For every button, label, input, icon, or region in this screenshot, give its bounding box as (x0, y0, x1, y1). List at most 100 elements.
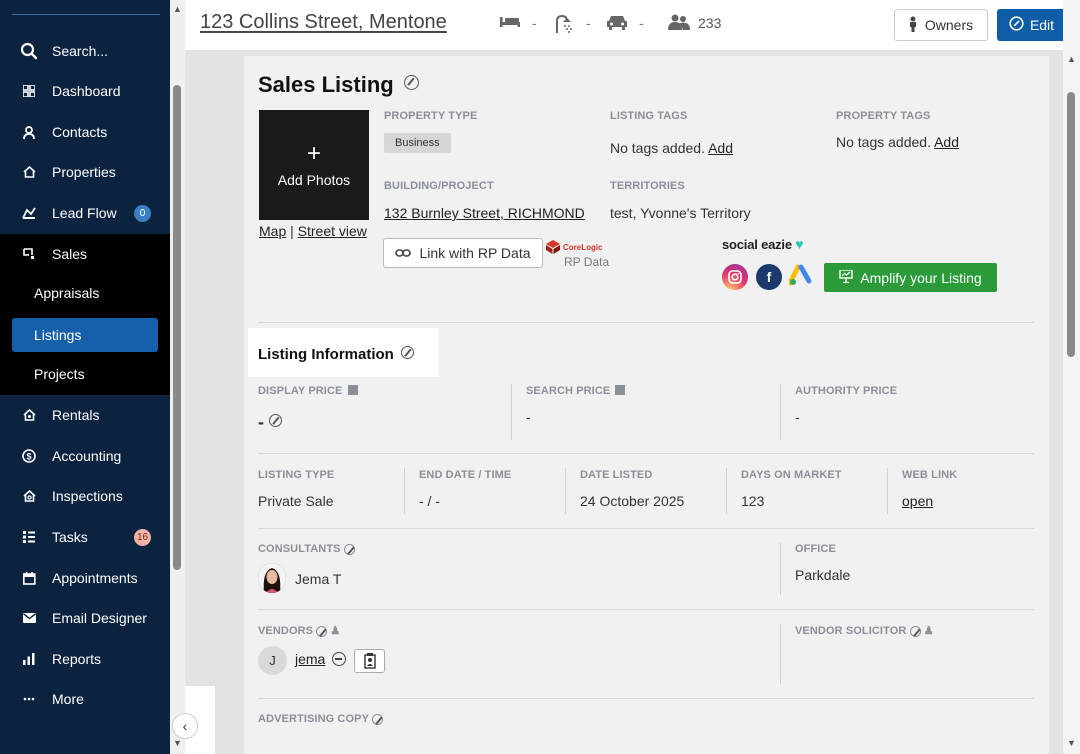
add-photos-button[interactable]: + Add Photos (259, 110, 369, 220)
person-icon (22, 125, 36, 139)
sidebar-item-tasks[interactable]: Tasks 16 (0, 519, 170, 555)
section-divider (258, 322, 1034, 323)
comment-icon (615, 385, 626, 395)
sidebar-search[interactable]: Search... (0, 33, 170, 69)
office-value: Parkdale (795, 567, 851, 583)
facebook-icon[interactable]: f (756, 264, 782, 290)
instagram-icon[interactable] (722, 264, 748, 290)
sidebar-item-rentals[interactable]: Rentals (0, 397, 170, 433)
heart-icon: ♥ (795, 236, 804, 252)
sidebar-item-label: Inspections (52, 488, 123, 504)
sidebar-item-inspections[interactable]: Inspections (0, 478, 170, 514)
property-tags-add-link[interactable]: Add (934, 134, 959, 150)
authority-price-value: - (795, 409, 800, 425)
display-price-text: - (258, 412, 264, 432)
google-ads-icon[interactable] (787, 264, 815, 290)
edit-solicitor-icon[interactable] (909, 625, 921, 637)
sidebar-item-label: Dashboard (52, 83, 121, 99)
owners-button[interactable]: Owners (894, 9, 988, 41)
sidebar-item-contacts[interactable]: Contacts (0, 114, 170, 150)
scroll-down-arrow-icon[interactable]: ▼ (173, 738, 182, 748)
map-link[interactable]: Map (259, 223, 286, 239)
corelogic-mark-icon (546, 240, 560, 254)
car-count: - (639, 15, 644, 31)
sidebar-scrollbar-thumb[interactable] (173, 85, 181, 570)
days-on-market-label: DAYS ON MARKET (741, 469, 842, 481)
edit-listing-info-icon[interactable] (401, 346, 414, 359)
envelope-icon (22, 611, 36, 625)
column-divider (726, 468, 727, 514)
sidebar-item-properties[interactable]: Properties (0, 154, 170, 190)
vendor-avatar: J (258, 646, 287, 675)
sidebar-subitem-appraisals[interactable]: Appraisals (12, 276, 158, 310)
property-address[interactable]: 123 Collins Street, Mentone (200, 11, 447, 34)
vendor-solicitor-label-text: VENDOR SOLICITOR (795, 625, 907, 637)
sidebar-item-email-designer[interactable]: Email Designer (0, 600, 170, 636)
edit-price-icon[interactable] (269, 414, 283, 427)
building-project-link[interactable]: 132 Burnley Street, RICHMOND (384, 205, 585, 221)
advertising-copy-label: ADVERTISING COPY (258, 713, 383, 725)
vendor-contact-card-button[interactable] (354, 649, 385, 673)
sidebar-item-label: Sales (52, 246, 88, 262)
scroll-up-arrow-icon[interactable]: ▲ (173, 4, 182, 14)
days-on-market-value: 123 (741, 493, 765, 509)
sidebar-item-sales[interactable]: Sales (0, 236, 170, 272)
sidebar-item-lead-flow[interactable]: Lead Flow 0 (0, 195, 170, 231)
owners-label: Owners (924, 17, 974, 33)
comment-icon (347, 385, 358, 395)
vendor-solicitor-label: VENDOR SOLICITOR ♟ (795, 624, 934, 637)
edit-icon (1009, 16, 1024, 34)
edit-button[interactable]: Edit (997, 9, 1066, 41)
main-scrollbar-thumb[interactable] (1067, 92, 1075, 357)
search-label: Search... (52, 43, 109, 59)
add-person-icon[interactable]: ♟ (924, 625, 934, 637)
corelogic-text: CoreLogic (563, 243, 603, 252)
chevron-left-icon: ‹ (182, 718, 188, 734)
sidebar-item-accounting[interactable]: $ Accounting (0, 438, 170, 474)
listing-information-title: Listing Information (258, 346, 414, 363)
sidebar-item-dashboard[interactable]: Dashboard (0, 73, 170, 109)
sidebar-item-label: Rentals (52, 407, 100, 423)
section-divider (258, 698, 1034, 699)
edit-advertising-icon[interactable] (371, 713, 383, 725)
add-person-icon[interactable]: ♟ (330, 625, 340, 637)
sales-section: Sales Appraisals Listings Projects (0, 234, 170, 395)
main-scrollbar[interactable]: ▲ ▼ (1063, 0, 1080, 754)
sidebar-item-label: Properties (52, 164, 116, 180)
vendor-name-link[interactable]: jema (295, 651, 325, 667)
end-date-label: END DATE / TIME (419, 469, 512, 481)
remove-vendor-icon[interactable] (332, 652, 346, 666)
amplify-label: Amplify your Listing (860, 269, 982, 286)
search-price-label-text: SEARCH PRICE (526, 385, 611, 397)
sidebar-item-appointments[interactable]: Appointments (0, 560, 170, 596)
amplify-listing-button[interactable]: Amplify your Listing (824, 263, 997, 292)
map-links: Map | Street view (259, 223, 367, 239)
property-tags-label: PROPERTY TAGS (836, 110, 931, 122)
edit-consultants-icon[interactable] (343, 543, 355, 555)
sidebar-subitem-listings[interactable]: Listings (12, 318, 158, 352)
section-divider (258, 453, 1034, 454)
display-price-value: - (258, 412, 283, 433)
sidebar-item-reports[interactable]: Reports (0, 641, 170, 677)
main-scroll-down-arrow-icon[interactable]: ▼ (1067, 738, 1076, 748)
listing-tags-add-link[interactable]: Add (708, 140, 733, 156)
sidebar-subitem-projects[interactable]: Projects (12, 357, 158, 391)
collapse-sidebar-button[interactable]: ‹ (172, 713, 198, 739)
edit-vendors-icon[interactable] (316, 625, 328, 637)
listing-type-value: Private Sale (258, 493, 334, 509)
main-scroll-up-arrow-icon[interactable]: ▲ (1067, 54, 1076, 64)
link-icon (395, 245, 412, 261)
sidebar-scrollbar[interactable]: ▲ ▼ (170, 0, 185, 754)
sidebar-item-more[interactable]: More (0, 681, 170, 717)
end-date-value: - / - (419, 493, 440, 509)
link-rp-data-button[interactable]: Link with RP Data (383, 238, 543, 268)
sidebar-item-label: More (52, 691, 84, 707)
street-view-link[interactable]: Street view (298, 223, 367, 239)
web-link-open[interactable]: open (902, 493, 933, 509)
property-tags-text: No tags added. (836, 134, 931, 150)
sidebar-item-label: Appointments (52, 570, 138, 586)
edit-title-icon[interactable] (403, 75, 419, 90)
sidebar-item-label: Email Designer (52, 610, 147, 626)
house-icon (22, 165, 36, 179)
sidebar-item-label: Accounting (52, 448, 122, 464)
